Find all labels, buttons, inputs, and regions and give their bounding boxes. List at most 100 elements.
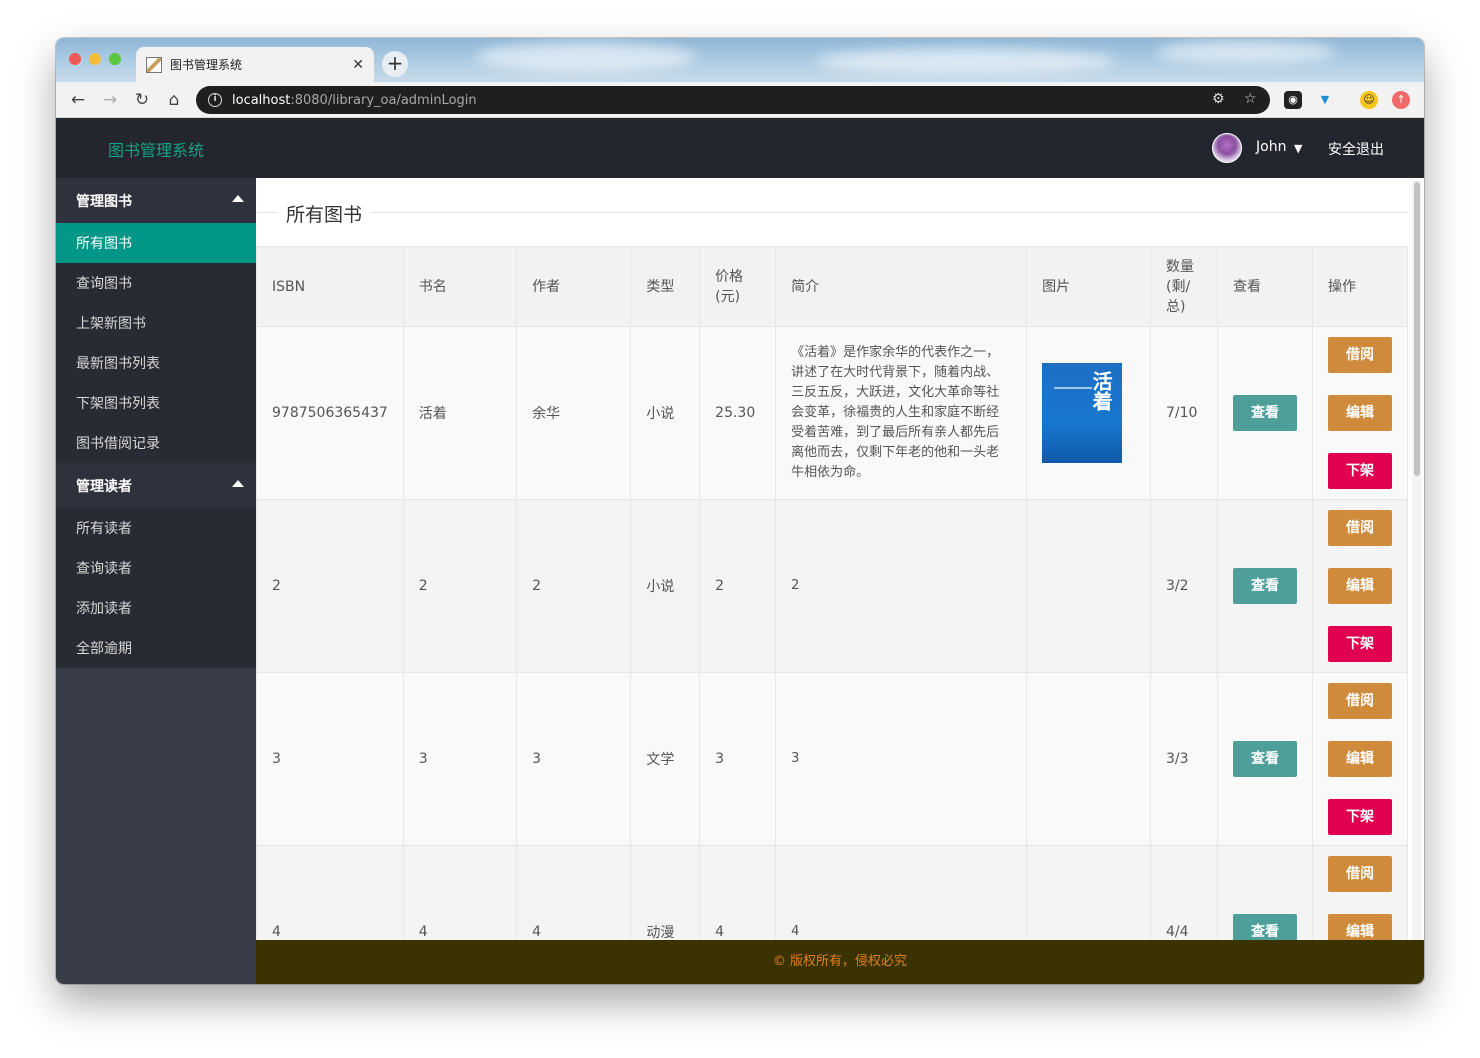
page-title: 所有图书 xyxy=(276,200,373,227)
view-button[interactable]: 查看 xyxy=(1232,914,1297,940)
col-header-author: 作者 xyxy=(516,246,632,327)
cell-qty: 3/2 xyxy=(1150,499,1218,673)
cell-price: 4 xyxy=(699,845,777,940)
cell-actions: 借阅 编辑 下架 xyxy=(1311,672,1409,846)
scrollbar-thumb[interactable] xyxy=(1414,182,1420,476)
table-row: 4 4 4 动漫 4 4 4/4 查看 借阅 编辑 下架 xyxy=(256,845,1409,940)
cell-type: 小说 xyxy=(630,499,701,673)
cell-author: 3 xyxy=(516,672,632,846)
remove-button[interactable]: 下架 xyxy=(1327,799,1392,835)
window-maximize-dot[interactable] xyxy=(109,53,121,65)
sidebar-item-all-readers[interactable]: 所有读者 xyxy=(56,508,256,548)
vertical-scrollbar[interactable] xyxy=(1412,180,1422,940)
borrow-button[interactable]: 借阅 xyxy=(1327,510,1392,546)
sidebar-item-latest-books[interactable]: 最新图书列表 xyxy=(56,343,256,383)
user-menu[interactable]: John xyxy=(1256,139,1286,155)
home-icon[interactable]: ⌂ xyxy=(162,88,186,112)
cell-type: 文学 xyxy=(630,672,701,846)
remove-button[interactable]: 下架 xyxy=(1327,453,1392,489)
edit-button[interactable]: 编辑 xyxy=(1327,395,1392,431)
cell-actions: 借阅 编辑 下架 xyxy=(1311,499,1409,673)
view-button[interactable]: 查看 xyxy=(1232,568,1297,604)
cell-desc: 3 xyxy=(775,672,1028,846)
cell-desc: 4 xyxy=(775,845,1028,940)
borrow-button[interactable]: 借阅 xyxy=(1327,337,1392,373)
sidebar-group-manage-books[interactable]: 管理图书 xyxy=(56,178,256,223)
cell-type: 动漫 xyxy=(630,845,701,940)
cell-view: 查看 xyxy=(1216,326,1313,500)
cell-image xyxy=(1026,499,1151,673)
sidebar-item-all-books[interactable]: 所有图书 xyxy=(56,223,256,263)
col-header-name: 书名 xyxy=(402,246,518,327)
cell-view: 查看 xyxy=(1216,672,1313,846)
logout-link[interactable]: 安全退出 xyxy=(1328,139,1384,159)
extension-ghost-icon[interactable]: ◉ xyxy=(1284,91,1302,109)
address-bar[interactable]: i localhost:8080/library_oa/adminLogin ⚙… xyxy=(196,86,1270,114)
url-path: :8080/library_oa/adminLogin xyxy=(290,92,477,108)
cell-name: 3 xyxy=(402,672,518,846)
url-host: localhost xyxy=(232,92,291,108)
cell-qty: 7/10 xyxy=(1150,326,1218,500)
cell-image xyxy=(1026,845,1151,940)
borrow-button[interactable]: 借阅 xyxy=(1327,683,1392,719)
cover-title: 活着 xyxy=(1089,371,1114,411)
cell-price: 2 xyxy=(699,499,777,673)
cell-image xyxy=(1026,672,1151,846)
bookmark-star-icon[interactable]: ☆ xyxy=(1244,91,1257,107)
edit-button[interactable]: 编辑 xyxy=(1327,741,1392,777)
caret-up-icon xyxy=(232,195,244,202)
tab-close-icon[interactable]: ✕ xyxy=(352,57,364,73)
extension-update-icon[interactable]: ↑ xyxy=(1392,91,1410,109)
table-row: 2 2 2 小说 2 2 3/2 查看 借阅 编辑 下架 xyxy=(256,499,1409,673)
user-avatar[interactable] xyxy=(1212,133,1242,163)
col-header-isbn: ISBN xyxy=(256,246,404,327)
browser-toolbar: ← → ↻ ⌂ i localhost:8080/library_oa/admi… xyxy=(56,82,1424,118)
site-info-icon[interactable]: i xyxy=(208,93,222,107)
footer: © 版权所有，侵权必究 xyxy=(256,940,1424,984)
extension-vue-icon[interactable]: ▼ xyxy=(1316,91,1334,109)
sidebar-item-add-reader[interactable]: 添加读者 xyxy=(56,588,256,628)
cell-name: 活着 xyxy=(402,326,518,500)
tab-title: 图书管理系统 xyxy=(170,58,243,72)
blocked-popup-icon[interactable]: ⚙ xyxy=(1212,91,1225,107)
cell-price: 3 xyxy=(699,672,777,846)
edit-button[interactable]: 编辑 xyxy=(1327,568,1392,604)
browser-titlebar: 图书管理系统 ✕ + xyxy=(56,38,1424,82)
borrow-button[interactable]: 借阅 xyxy=(1327,856,1392,892)
back-icon[interactable]: ← xyxy=(66,88,90,112)
remove-button[interactable]: 下架 xyxy=(1327,626,1392,662)
chevron-down-icon[interactable]: ▼ xyxy=(1294,142,1302,155)
edit-button[interactable]: 编辑 xyxy=(1327,914,1392,940)
window-close-dot[interactable] xyxy=(69,53,81,65)
extension-emoji-icon[interactable]: ☺ xyxy=(1360,91,1378,109)
forward-icon[interactable]: → xyxy=(98,88,122,112)
new-tab-icon[interactable]: + xyxy=(382,51,408,77)
cell-isbn: 9787506365437 xyxy=(256,326,404,500)
sidebar-item-removed-books[interactable]: 下架图书列表 xyxy=(56,383,256,423)
col-header-qty: 数量(剩/总) xyxy=(1150,246,1218,327)
view-button[interactable]: 查看 xyxy=(1232,395,1297,431)
sidebar-item-borrow-records[interactable]: 图书借阅记录 xyxy=(56,423,256,463)
col-header-view: 查看 xyxy=(1216,246,1313,327)
sidebar-item-search-readers[interactable]: 查询读者 xyxy=(56,548,256,588)
book-cover-image: 活着 xyxy=(1042,363,1123,463)
col-header-desc: 简介 xyxy=(775,246,1028,327)
view-button[interactable]: 查看 xyxy=(1232,741,1297,777)
cell-isbn: 2 xyxy=(256,499,404,673)
sidebar-item-all-overdue[interactable]: 全部逾期 xyxy=(56,628,256,668)
sidebar-group-label: 管理读者 xyxy=(76,478,132,495)
sidebar-item-add-book[interactable]: 上架新图书 xyxy=(56,303,256,343)
cell-actions: 借阅 编辑 下架 xyxy=(1311,845,1409,940)
brand-logo[interactable]: 图书管理系统 xyxy=(108,137,204,161)
browser-tab[interactable]: 图书管理系统 ✕ xyxy=(136,47,374,82)
cell-isbn: 3 xyxy=(256,672,404,846)
cell-author: 4 xyxy=(516,845,632,940)
sidebar-group-manage-readers[interactable]: 管理读者 xyxy=(56,463,256,508)
sidebar-item-search-books[interactable]: 查询图书 xyxy=(56,263,256,303)
reload-icon[interactable]: ↻ xyxy=(130,88,154,112)
window-minimize-dot[interactable] xyxy=(89,53,101,65)
sidebar: 管理图书 所有图书 查询图书 上架新图书 最新图书列表 下架图书列表 图书借阅记… xyxy=(56,178,256,984)
col-header-price: 价格(元) xyxy=(699,246,777,327)
browser-window: 图书管理系统 ✕ + ← → ↻ ⌂ i localhost:8080/libr… xyxy=(56,38,1424,984)
cell-price: 25.30 xyxy=(699,326,777,500)
